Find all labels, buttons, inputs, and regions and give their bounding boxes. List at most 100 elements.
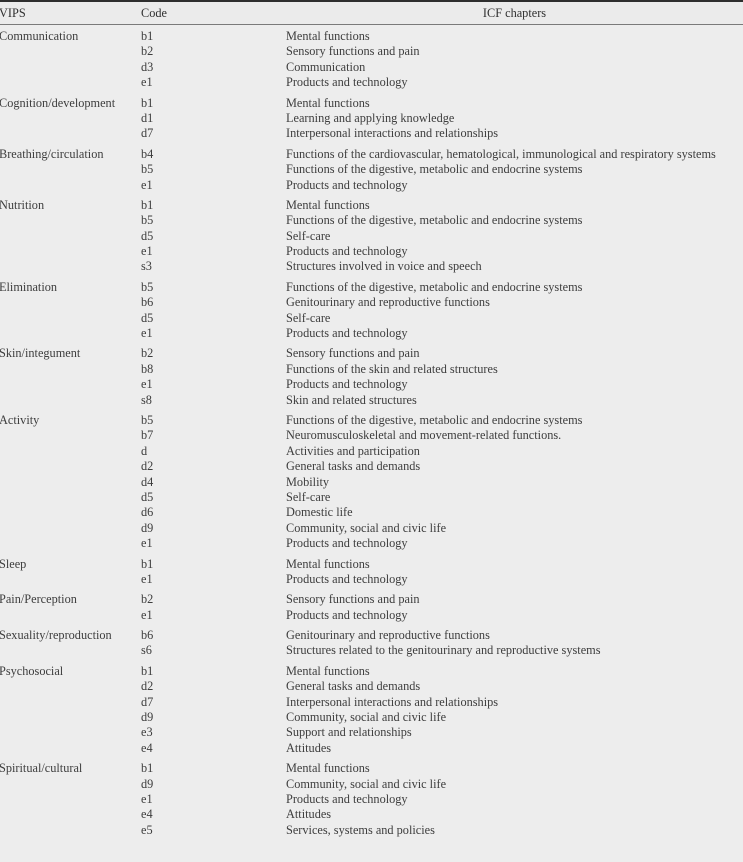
table-row: b7 Neuromusculoskeletal and movement-rela… bbox=[0, 428, 743, 443]
cell-icf-chapter: Mental functions bbox=[286, 761, 370, 776]
cell-code: b1 bbox=[141, 29, 154, 43]
cell-code: d6 bbox=[141, 505, 154, 520]
vips-group: Psychosocial b1 Mental functions d2 General … bbox=[0, 659, 743, 756]
cell-icf-chapter: Self-care bbox=[286, 228, 331, 243]
cell-vips: Activity bbox=[0, 412, 40, 427]
table-row: d2 General tasks and demands bbox=[0, 679, 743, 694]
cell-code: e1 bbox=[141, 326, 153, 341]
cell-vips: Psychosocial bbox=[0, 663, 64, 678]
column-header-code: Code bbox=[141, 6, 167, 20]
cell-icf-chapter: Community, social and civic life bbox=[286, 520, 447, 535]
cell-code: e1 bbox=[141, 791, 153, 806]
cell-icf-chapter: Products and technology bbox=[286, 244, 408, 259]
cell-code: b4 bbox=[141, 146, 154, 161]
cell-code: d2 bbox=[141, 679, 154, 694]
cell-icf-chapter: Interpersonal interactions and relations… bbox=[286, 694, 499, 709]
cell-icf-chapter: Learning and applying knowledge bbox=[286, 110, 455, 125]
table-row: Psychosocial b1 Mental functions bbox=[0, 664, 743, 679]
table-row: e1 Products and technology bbox=[0, 572, 743, 587]
cell-code: d bbox=[141, 443, 148, 458]
cell-code: e3 bbox=[141, 725, 153, 740]
table-row: e3 Support and relationships bbox=[0, 725, 743, 740]
table-row: Sleep b1 Mental functions bbox=[0, 557, 743, 572]
cell-icf-chapter: Attitudes bbox=[286, 740, 332, 755]
cell-code: e4 bbox=[141, 740, 153, 755]
table-row: b5 Functions of the digestive, metabolic … bbox=[0, 162, 743, 177]
table-row: Nutrition b1 Mental functions bbox=[0, 198, 743, 213]
cell-icf-chapter: Functions of the cardiovascular, hematol… bbox=[286, 146, 716, 161]
cell-code: b1 bbox=[141, 663, 154, 678]
table-row: b8 Functions of the skin and related stru… bbox=[0, 362, 743, 377]
table-row: Cognition/development b1 Mental functions bbox=[0, 96, 743, 111]
table-row: e1 Products and technology bbox=[0, 377, 743, 392]
cell-code: b1 bbox=[141, 761, 154, 776]
vips-group: Sleep b1 Mental functions e1 Products and te… bbox=[0, 552, 743, 588]
cell-code: e1 bbox=[141, 177, 153, 192]
vips-group: Nutrition b1 Mental functions b5 Functions o… bbox=[0, 193, 743, 275]
cell-icf-chapter: Community, social and civic life bbox=[286, 776, 447, 791]
cell-code: b6 bbox=[141, 628, 154, 643]
cell-code: b2 bbox=[141, 592, 154, 607]
vips-icf-table: VIPS Code ICF chapters Communication b1 Me… bbox=[0, 0, 743, 862]
vips-group: Communication b1 Mental functions b2 Sensory… bbox=[0, 25, 743, 91]
cell-icf-chapter: Attitudes bbox=[286, 807, 332, 822]
table-row: d5 Self-care bbox=[0, 311, 743, 326]
cell-icf-chapter: Mobility bbox=[286, 474, 330, 489]
table-row: e1 Products and technology bbox=[0, 244, 743, 259]
cell-code: b1 bbox=[141, 556, 154, 571]
cell-code: d9 bbox=[141, 710, 154, 725]
table-row: d1 Learning and applying knowledge bbox=[0, 111, 743, 126]
cell-code: s6 bbox=[141, 643, 152, 658]
table-row: e1 Products and technology bbox=[0, 75, 743, 90]
cell-code: e5 bbox=[141, 822, 153, 837]
cell-icf-chapter: Mental functions bbox=[286, 556, 370, 571]
cell-icf-chapter: Products and technology bbox=[286, 536, 408, 551]
table-row: e4 Attitudes bbox=[0, 807, 743, 822]
cell-code: b5 bbox=[141, 162, 154, 177]
cell-vips: Elimination bbox=[0, 279, 58, 294]
cell-vips: Skin/integument bbox=[0, 346, 81, 361]
cell-code: d5 bbox=[141, 489, 154, 504]
cell-code: e1 bbox=[141, 607, 153, 622]
cell-code: b5 bbox=[141, 279, 154, 294]
cell-code: d3 bbox=[141, 59, 154, 74]
cell-icf-chapter: Mental functions bbox=[286, 663, 370, 678]
table-row: d9 Community, social and civic life bbox=[0, 710, 743, 725]
cell-icf-chapter: General tasks and demands bbox=[286, 679, 421, 694]
table-row: b2 Sensory functions and pain bbox=[0, 44, 743, 59]
table-row: d4 Mobility bbox=[0, 475, 743, 490]
table-row: d7 Interpersonal interactions and relatio… bbox=[0, 126, 743, 141]
cell-icf-chapter: Functions of the digestive, metabolic an… bbox=[286, 279, 583, 294]
cell-icf-chapter: Self-care bbox=[286, 310, 331, 325]
cell-icf-chapter: Functions of the digestive, metabolic an… bbox=[286, 213, 583, 228]
cell-icf-chapter: Mental functions bbox=[286, 95, 370, 110]
cell-icf-chapter: Sensory functions and pain bbox=[286, 346, 420, 361]
cell-icf-chapter: Neuromusculoskeletal and movement-relate… bbox=[286, 428, 562, 443]
cell-code: d5 bbox=[141, 310, 154, 325]
cell-code: b8 bbox=[141, 361, 154, 376]
cell-code: b2 bbox=[141, 346, 154, 361]
table-row: Breathing/circulation b4 Functions of the … bbox=[0, 147, 743, 162]
table-row: e1 Products and technology bbox=[0, 608, 743, 623]
cell-icf-chapter: Mental functions bbox=[286, 197, 370, 212]
column-header-icf-chapters: ICF chapters bbox=[482, 6, 547, 20]
cell-icf-chapter: Self-care bbox=[286, 489, 331, 504]
cell-icf-chapter: Products and technology bbox=[286, 326, 408, 341]
cell-vips: Communication bbox=[0, 29, 79, 43]
cell-code: d2 bbox=[141, 459, 154, 474]
table-row: d5 Self-care bbox=[0, 490, 743, 505]
cell-icf-chapter: Products and technology bbox=[286, 607, 408, 622]
table-header-row: VIPS Code ICF chapters bbox=[0, 2, 743, 24]
table-row: e4 Attitudes bbox=[0, 741, 743, 756]
cell-vips: Spiritual/cultural bbox=[0, 761, 83, 776]
cell-code: s8 bbox=[141, 392, 152, 407]
cell-code: d5 bbox=[141, 228, 154, 243]
cell-icf-chapter: Products and technology bbox=[286, 177, 408, 192]
cell-icf-chapter: Functions of the digestive, metabolic an… bbox=[286, 162, 583, 177]
table-row: e1 Products and technology bbox=[0, 536, 743, 551]
cell-icf-chapter: Structures involved in voice and speech bbox=[286, 259, 482, 274]
cell-code: b7 bbox=[141, 428, 154, 443]
cell-code: b6 bbox=[141, 295, 154, 310]
cell-code: d4 bbox=[141, 474, 154, 489]
table-row: e1 Products and technology bbox=[0, 178, 743, 193]
